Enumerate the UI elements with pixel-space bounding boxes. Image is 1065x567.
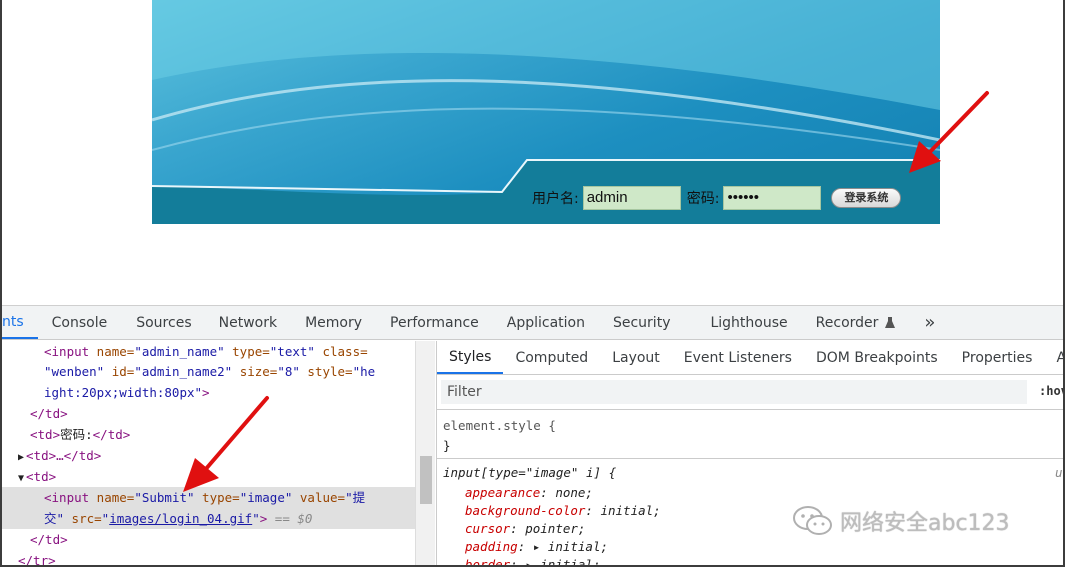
dom-line[interactable]: <input name="admin_name" type="text" cla… xyxy=(44,341,368,362)
elements-scrollbar[interactable] xyxy=(415,341,435,565)
styles-filter-input[interactable]: Filter xyxy=(441,380,1027,404)
tab-properties[interactable]: Properties xyxy=(950,341,1045,374)
red-arrow-icon xyxy=(909,91,989,173)
wechat-icon xyxy=(793,506,832,535)
watermark: 网络安全abc123 xyxy=(792,505,1010,537)
dom-line[interactable]: ▶ <td>…</td> xyxy=(18,445,101,466)
tab-styles[interactable]: Styles xyxy=(437,341,504,374)
tab-layout[interactable]: Layout xyxy=(600,341,672,374)
devtools-tabbar: nts Console Sources Network Memory Perfo… xyxy=(2,306,1063,340)
rule-divider xyxy=(437,458,1063,459)
tab-performance[interactable]: Performance xyxy=(390,306,479,339)
password-input[interactable]: •••••• xyxy=(723,186,822,210)
dom-line[interactable]: "wenben" id="admin_name2" size="8" style… xyxy=(44,361,375,382)
red-arrow-icon xyxy=(183,396,269,492)
image-src-link[interactable]: images/login_04.gif xyxy=(109,511,252,526)
styles-subtabs: Styles Computed Layout Event Listeners D… xyxy=(437,341,1063,375)
username-label: 用户名: xyxy=(532,191,579,207)
tab-event-listeners[interactable]: Event Listeners xyxy=(672,341,804,374)
tab-recorder[interactable]: Recorder xyxy=(816,306,879,339)
rule-source: u xyxy=(1055,465,1063,480)
tab-network[interactable]: Network xyxy=(219,306,277,339)
more-tabs-icon[interactable]: » xyxy=(924,306,935,339)
dom-line[interactable]: </td> xyxy=(30,403,68,424)
tab-memory[interactable]: Memory xyxy=(305,306,362,339)
password-label: 密码: xyxy=(686,191,720,207)
element-style-close: } xyxy=(443,438,451,453)
tab-console[interactable]: Console xyxy=(52,306,108,339)
login-submit-button[interactable]: 登录系统 xyxy=(831,188,902,208)
css-declaration[interactable]: cursor: pointer; xyxy=(465,520,585,538)
dom-line[interactable]: </tr> xyxy=(18,550,56,565)
login-form: 用户名: admin 密码: •••••• 登录系统 xyxy=(532,180,902,216)
collapse-triangle-icon[interactable]: ▼ xyxy=(18,473,24,484)
dom-line[interactable]: <td>密码:</td> xyxy=(30,424,130,445)
css-declaration[interactable]: background-color: initial; xyxy=(465,502,661,520)
css-declaration[interactable]: padding: ▸ initial; xyxy=(465,538,608,556)
dom-line[interactable]: ▼ <td> xyxy=(18,466,56,487)
screenshot-frame: 用户名: admin 密码: •••••• 登录系统 nts Console S… xyxy=(0,0,1065,567)
css-declaration[interactable]: appearance: none; xyxy=(465,484,593,502)
tab-elements[interactable]: nts xyxy=(2,306,38,339)
tab-application[interactable]: Application xyxy=(507,306,585,339)
tab-accessibility[interactable]: Acces xyxy=(1044,341,1063,374)
scrollbar-thumb[interactable] xyxy=(420,456,432,504)
expand-triangle-icon[interactable]: ▶ xyxy=(18,452,24,463)
rule-selector[interactable]: input[type="image" i] { xyxy=(443,464,616,482)
watermark-text: 网络安全abc123 xyxy=(840,511,1010,536)
tab-sources[interactable]: Sources xyxy=(136,306,191,339)
tab-security[interactable]: Security xyxy=(613,306,671,339)
tab-computed[interactable]: Computed xyxy=(503,341,600,374)
styles-filter-bar: Filter :hov xyxy=(437,376,1063,410)
login-banner: 用户名: admin 密码: •••••• 登录系统 xyxy=(152,0,940,224)
css-declaration[interactable]: border: ▸ initial; xyxy=(465,556,600,565)
dom-line[interactable]: </td> xyxy=(30,529,68,550)
tab-dom-breakpoints[interactable]: DOM Breakpoints xyxy=(804,341,950,374)
tab-lighthouse[interactable]: Lighthouse xyxy=(710,306,787,339)
hov-toggle[interactable]: :hov xyxy=(1039,384,1063,398)
element-style-rule[interactable]: element.style { xyxy=(443,417,556,435)
username-input[interactable]: admin xyxy=(582,186,681,210)
flask-icon xyxy=(884,306,896,339)
dom-line-selected[interactable]: 交" src="images/login_04.gif"> == $0 xyxy=(2,508,415,529)
